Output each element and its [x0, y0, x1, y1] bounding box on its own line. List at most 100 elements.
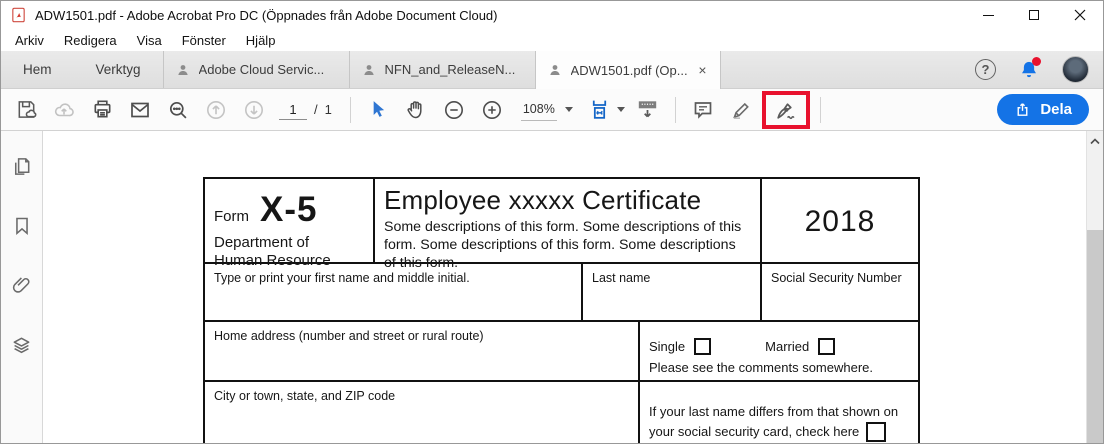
maximize-icon — [1029, 10, 1039, 20]
close-button[interactable] — [1057, 1, 1103, 29]
comment-button[interactable] — [684, 93, 722, 127]
share-button-label: Dela — [1040, 101, 1072, 118]
page-thumbnails-icon[interactable] — [10, 155, 33, 178]
married-checkbox[interactable] — [818, 338, 836, 355]
sign-button[interactable] — [768, 93, 804, 127]
ssn-label: Social Security Number — [771, 271, 902, 285]
email-icon — [131, 102, 149, 117]
page-navigation: / 1 — [279, 99, 332, 120]
avatar[interactable] — [1062, 56, 1089, 83]
save-button[interactable] — [7, 93, 45, 127]
page-up-icon — [207, 100, 225, 119]
fit-width-icon — [592, 100, 606, 119]
page-number-input[interactable] — [279, 99, 307, 120]
zoom-in-icon — [482, 100, 501, 119]
print-button[interactable] — [83, 93, 121, 127]
toolbar-separator — [819, 96, 821, 123]
help-button[interactable]: ? — [975, 59, 996, 80]
document-cloud-icon — [177, 64, 188, 75]
tab-close-icon[interactable]: × — [696, 62, 708, 78]
document-tab-1[interactable]: Adobe Cloud Servic... — [162, 51, 349, 88]
document-cloud-icon — [549, 65, 560, 75]
minimize-button[interactable] — [965, 1, 1011, 29]
fit-width-dropdown[interactable] — [583, 97, 629, 122]
menu-hjalp[interactable]: Hjälp — [236, 33, 286, 48]
bookmarks-icon[interactable] — [11, 215, 33, 237]
ssn-field[interactable]: Social Security Number — [762, 264, 918, 320]
email-button[interactable] — [121, 93, 159, 127]
first-name-label: Type or print your first name and middle… — [214, 271, 470, 285]
married-label: Married — [765, 339, 810, 354]
attachments-icon[interactable] — [10, 274, 33, 297]
form-title: Employee xxxxx Certificate — [384, 185, 702, 215]
title-bar: ADW1501.pdf - Adobe Acrobat Pro DC (Öppn… — [1, 1, 1103, 29]
highlight-icon — [733, 102, 749, 119]
window-title: ADW1501.pdf - Adobe Acrobat Pro DC (Öppn… — [35, 7, 498, 23]
scroll-up-button[interactable] — [1087, 138, 1103, 145]
last-name-field[interactable]: Last name — [583, 264, 762, 320]
page-separator: / — [314, 101, 318, 117]
vertical-scrollbar — [1086, 131, 1103, 443]
print-icon — [93, 100, 111, 118]
name-differs-checkbox[interactable] — [866, 421, 887, 442]
scroll-mode-icon — [639, 101, 657, 118]
share-button[interactable]: Dela — [997, 94, 1089, 125]
menu-redigera[interactable]: Redigera — [54, 33, 127, 48]
layers-icon[interactable] — [10, 334, 33, 357]
form-year-cell: 2018 — [762, 179, 918, 262]
menu-fonster[interactable]: Fönster — [172, 33, 236, 48]
document-tab-label: NFN_and_ReleaseN... — [384, 62, 516, 77]
close-icon — [1074, 9, 1086, 21]
scrollbar-thumb[interactable] — [1087, 230, 1103, 443]
pdf-file-icon — [10, 6, 27, 24]
menu-visa[interactable]: Visa — [127, 33, 172, 48]
chevron-down-icon — [616, 107, 625, 112]
menu-bar: Arkiv Redigera Visa Fönster Hjälp — [1, 29, 1103, 51]
left-panel-rail — [1, 131, 43, 443]
zoom-out-button[interactable] — [435, 93, 473, 127]
city-label: City or town, state, and ZIP code — [214, 389, 396, 403]
document-tab-2[interactable]: NFN_and_ReleaseN... — [348, 51, 535, 88]
name-differs-label: If your last name differs from that show… — [649, 404, 899, 439]
home-address-field[interactable]: Home address (number and street or rural… — [205, 322, 640, 380]
main-area: Form X-5 Department of Human Resource Em… — [1, 131, 1103, 443]
minimize-icon — [982, 14, 994, 16]
maximize-button[interactable] — [1011, 1, 1057, 29]
chevron-up-icon — [1090, 138, 1100, 145]
menu-arkiv[interactable]: Arkiv — [5, 33, 54, 48]
hand-tool-button[interactable] — [397, 93, 435, 127]
notifications-button[interactable] — [1018, 56, 1041, 81]
last-name-label: Last name — [592, 271, 651, 285]
share-icon — [1017, 103, 1028, 116]
form-name-row: Type or print your first name and middle… — [205, 264, 918, 322]
form-title-cell: Employee xxxxx Certificate Some descript… — [375, 179, 762, 271]
toolbar-separator — [349, 96, 351, 123]
single-checkbox[interactable] — [694, 338, 712, 355]
tabbar-right-icons: ? — [975, 51, 1103, 88]
tab-tools[interactable]: Verktyg — [74, 51, 163, 88]
save-icon — [18, 101, 36, 118]
tab-home[interactable]: Hem — [1, 51, 74, 88]
first-name-field[interactable]: Type or print your first name and middle… — [205, 264, 583, 320]
zoom-in-button[interactable] — [473, 93, 511, 127]
next-page-button[interactable] — [235, 93, 273, 127]
zoom-level-dropdown[interactable]: 108% — [520, 99, 573, 121]
city-field[interactable]: City or town, state, and ZIP code — [205, 382, 640, 443]
comments-note: Please see the comments somewhere. — [649, 360, 873, 375]
form-year: 2018 — [804, 205, 876, 238]
previous-page-button[interactable] — [197, 93, 235, 127]
cloud-upload-button[interactable] — [45, 93, 83, 127]
document-tab-active[interactable]: ADW1501.pdf (Op... × — [534, 51, 721, 89]
hand-tool-icon — [407, 100, 422, 118]
form-id-cell: Form X-5 Department of Human Resource — [205, 179, 375, 269]
highlight-button[interactable] — [722, 93, 760, 127]
search-button[interactable] — [159, 93, 197, 127]
document-view: Form X-5 Department of Human Resource Em… — [43, 131, 1086, 443]
page-down-icon — [245, 100, 263, 119]
notification-dot — [1032, 56, 1041, 66]
scroll-mode-button[interactable] — [629, 93, 667, 127]
toolbar-separator — [674, 96, 676, 123]
annotation-highlight-box — [761, 90, 810, 129]
select-tool-icon — [374, 101, 385, 117]
select-tool-button[interactable] — [359, 93, 397, 127]
